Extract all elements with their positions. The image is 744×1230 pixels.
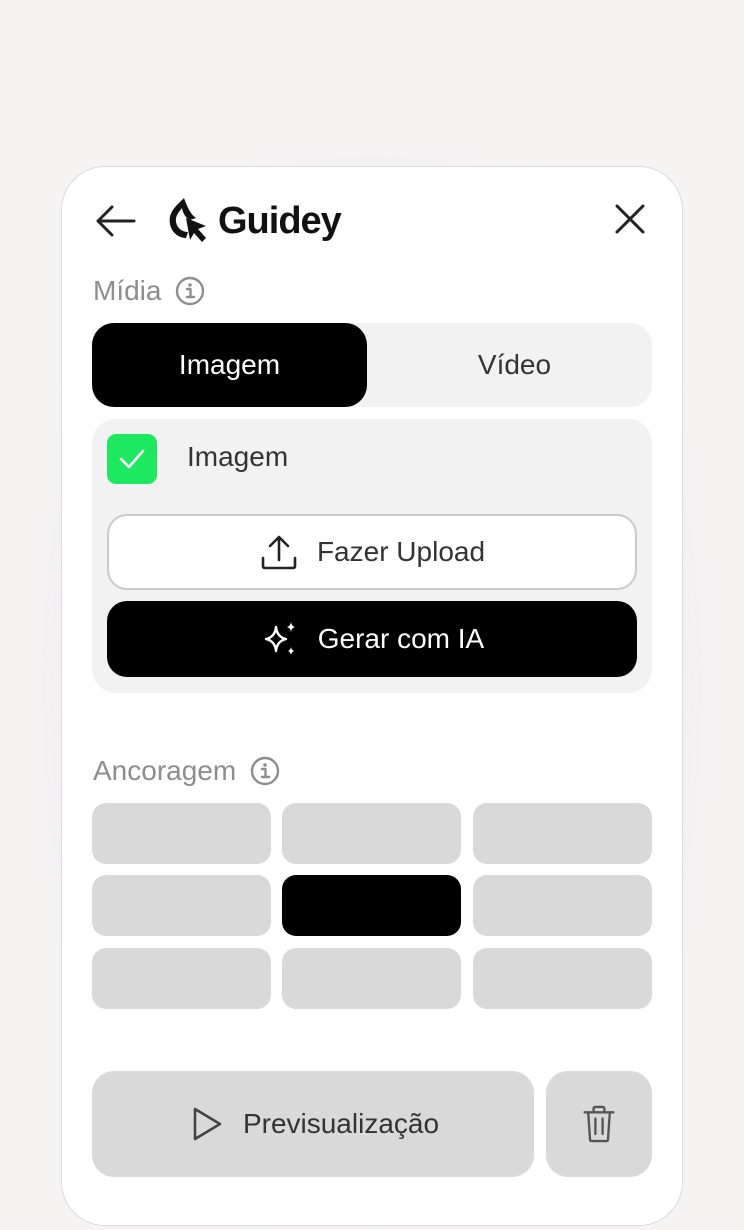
image-options-box: Imagem Fazer Upload Gerar com IA xyxy=(92,419,652,693)
generate-ai-button[interactable]: Gerar com IA xyxy=(107,601,637,677)
checkmark-icon xyxy=(119,449,145,469)
guidey-logo-icon xyxy=(169,198,206,242)
anchor-bottom-left[interactable] xyxy=(92,948,271,1009)
generate-ai-button-label: Gerar com IA xyxy=(317,623,485,654)
sparkles-icon xyxy=(264,622,295,655)
anchor-middle-center[interactable] xyxy=(282,875,461,936)
tab-imagem[interactable]: Imagem xyxy=(92,323,367,407)
anchor-bottom-right[interactable] xyxy=(473,948,652,1009)
tab-video[interactable]: Vídeo xyxy=(377,323,652,407)
delete-button[interactable] xyxy=(546,1071,652,1177)
panel-header: Guidey xyxy=(62,167,682,277)
guide-editor-panel: Guidey Mídia Imagem Vídeo Imagem Fazer U… xyxy=(61,166,683,1226)
image-checkbox-label: Imagem xyxy=(187,441,289,472)
upload-button[interactable]: Fazer Upload xyxy=(107,514,637,590)
media-section-label: Mídia xyxy=(93,275,205,307)
anchoring-section-label: Ancoragem xyxy=(93,755,280,787)
brand-name: Guidey xyxy=(218,199,342,242)
media-type-segmented-control: Imagem Vídeo xyxy=(92,323,652,407)
anchoring-label-text: Ancoragem xyxy=(93,755,237,786)
close-icon xyxy=(615,204,645,234)
anchor-middle-right[interactable] xyxy=(473,875,652,936)
close-button[interactable] xyxy=(614,203,646,235)
anchor-top-right[interactable] xyxy=(473,803,652,864)
anchor-top-center[interactable] xyxy=(282,803,461,864)
arrow-left-icon xyxy=(96,205,136,237)
info-icon[interactable] xyxy=(250,756,280,786)
upload-button-label: Fazer Upload xyxy=(316,536,486,567)
info-icon[interactable] xyxy=(175,276,205,306)
image-checkbox[interactable] xyxy=(107,434,157,484)
anchoring-grid xyxy=(92,803,652,1009)
trash-icon xyxy=(583,1105,615,1143)
preview-button-label: Previsualização xyxy=(242,1108,440,1139)
media-label-text: Mídia xyxy=(93,275,162,306)
anchor-middle-left[interactable] xyxy=(92,875,271,936)
brand-logo: Guidey xyxy=(166,195,342,247)
back-button[interactable] xyxy=(94,203,138,239)
anchor-bottom-center[interactable] xyxy=(282,948,461,1009)
upload-icon xyxy=(261,535,297,570)
play-icon xyxy=(193,1107,222,1141)
anchor-top-left[interactable] xyxy=(92,803,271,864)
preview-button[interactable]: Previsualização xyxy=(92,1071,534,1177)
